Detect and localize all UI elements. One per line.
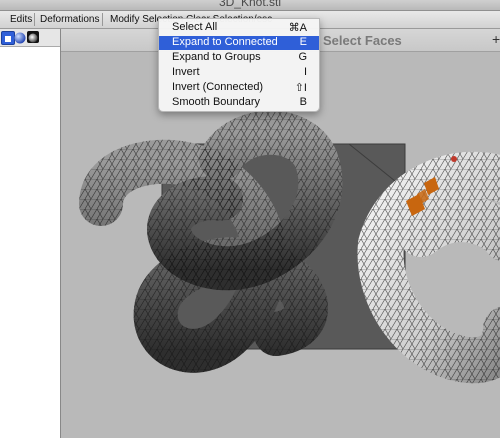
- knot-mesh-right[interactable]: [357, 151, 500, 384]
- selection-marker: [451, 156, 457, 162]
- menu-separator: [102, 13, 103, 26]
- menu-item-expand-to-connected[interactable]: Expand to Connected E: [159, 36, 319, 50]
- menu-item-expand-to-groups[interactable]: Expand to Groups G: [159, 51, 319, 65]
- menu-item-select-all[interactable]: Select All ⌘A: [159, 21, 319, 35]
- menu-item-invert[interactable]: Invert I: [159, 66, 319, 80]
- menu-edits[interactable]: Edits: [10, 14, 32, 25]
- left-panel: [0, 29, 61, 438]
- title-bar: 3D_Knot.stl: [0, 0, 500, 11]
- menu-item-smooth-boundary[interactable]: Smooth Boundary B: [159, 96, 319, 110]
- window-title: 3D_Knot.stl: [218, 0, 282, 9]
- sphere-icon[interactable]: [14, 31, 26, 44]
- tool-strip: [0, 29, 60, 47]
- select-tool-icon[interactable]: [1, 31, 15, 45]
- menu-deformations[interactable]: Deformations: [40, 14, 99, 25]
- menu-item-invert-connected[interactable]: Invert (Connected) ⇧I: [159, 81, 319, 95]
- menu-separator: [34, 13, 35, 26]
- cube-icon[interactable]: [27, 31, 39, 43]
- modify-selection-menu: Select All ⌘A Expand to Connected E Expa…: [158, 18, 320, 112]
